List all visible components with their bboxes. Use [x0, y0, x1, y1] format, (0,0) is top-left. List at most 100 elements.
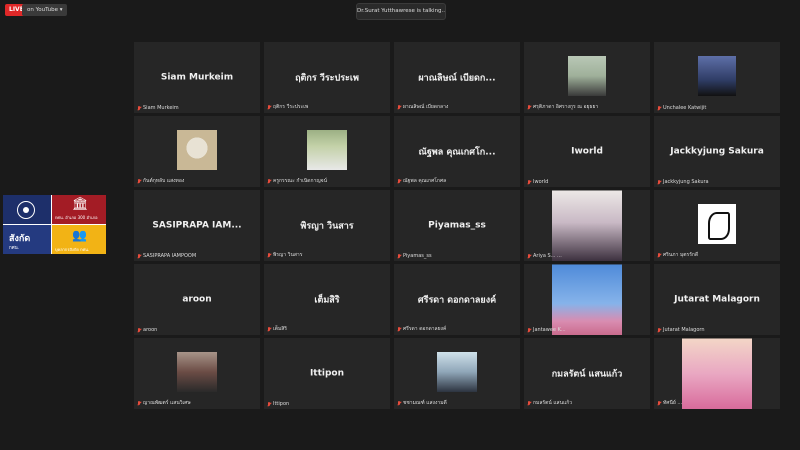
- participant-photo: [177, 351, 217, 392]
- participant-label: Unchalee Katwijit: [657, 105, 776, 111]
- participant-tile[interactable]: พิรญา วินสาร พิรญา วินสาร: [264, 190, 390, 261]
- mic-muted-icon: [137, 105, 141, 111]
- mic-muted-icon: [657, 400, 661, 406]
- mic-muted-icon: [527, 400, 531, 406]
- mic-muted-icon: [527, 253, 531, 259]
- participant-tile[interactable]: ศรินภา มุตรรักดี: [654, 190, 780, 261]
- participant-tile[interactable]: Siam Murkeim Siam Murkeim: [134, 42, 260, 113]
- participant-photo: [437, 351, 477, 392]
- bank-panel: 🏛 กศน. อำเภอ 300 อำเภอ: [52, 195, 106, 224]
- participant-photo: [552, 264, 622, 335]
- participant-tile[interactable]: Ittipon Ittipon: [264, 338, 390, 409]
- participant-tile[interactable]: ทัศนีย์ ...: [654, 338, 780, 409]
- participant-tile[interactable]: Jantawee K...: [524, 264, 650, 335]
- participant-name: Iworld: [571, 146, 603, 156]
- participant-photo: [698, 55, 736, 96]
- participant-name: เต็มสิริ: [314, 294, 340, 305]
- participant-name: ณัฐพล คุณเกศโก...: [418, 146, 496, 157]
- building-icon: 🏛: [72, 197, 89, 212]
- participant-label: Jutarat Malagorn: [657, 327, 776, 333]
- mic-muted-icon: [267, 104, 271, 110]
- mic-muted-icon: [397, 178, 401, 184]
- participant-label: aroon: [137, 327, 256, 333]
- mic-muted-icon: [397, 253, 401, 259]
- participant-tile[interactable]: Iworld Iworld: [524, 116, 650, 187]
- participant-label: พิรญา วินสาร: [267, 251, 386, 259]
- participant-label: ครูกรรณะ กำเนิดกาญจน์: [267, 177, 386, 185]
- participant-tile[interactable]: Unchalee Katwijit: [654, 42, 780, 113]
- participant-label: กมลรัตน์ แสนแก้ว: [527, 399, 646, 407]
- people-icon: 👥: [72, 228, 87, 242]
- mic-muted-icon: [527, 179, 531, 185]
- mic-muted-icon: [657, 327, 661, 333]
- participant-label: กันต์กุหลับ แสงทอง: [137, 177, 256, 185]
- participant-label: Iworld: [527, 179, 646, 185]
- shared-screen-thumbnail[interactable]: 🏛 กศน. อำเภอ 300 อำเภอ สังกัด กศน. 👥 บุค…: [3, 195, 106, 254]
- participant-label: Siam Murkeim: [137, 105, 256, 111]
- participant-label: Jantawee K...: [527, 327, 646, 333]
- mic-muted-icon: [267, 326, 271, 332]
- participant-photo: [552, 190, 622, 261]
- participant-tile[interactable]: ญาณพัฒตร์ แสนวิเศษ: [134, 338, 260, 409]
- participant-label: ศรุติภาดา อิศรางกูร ณ อยุธยา: [527, 103, 646, 111]
- participant-name: aroon: [182, 294, 212, 304]
- participant-photo: [698, 203, 736, 244]
- participant-name: Siam Murkeim: [160, 72, 234, 82]
- mic-muted-icon: [397, 400, 401, 406]
- seal-icon: [17, 201, 35, 219]
- participant-name: Jutarat Malagorn: [674, 294, 760, 304]
- participant-tile[interactable]: Ariya S... ...: [524, 190, 650, 261]
- participant-tile[interactable]: กันต์กุหลับ แสงทอง: [134, 116, 260, 187]
- mic-muted-icon: [267, 252, 271, 258]
- participant-tile[interactable]: เต็มสิริ เต็มสิริ: [264, 264, 390, 335]
- participant-photo: [177, 129, 217, 170]
- participant-label: Jackkyjung Sakura: [657, 179, 776, 185]
- participant-photo: [307, 129, 347, 170]
- participant-label: SASIPRAPA IAMPOOM: [137, 253, 256, 259]
- participant-label: Piyamas_ss: [397, 253, 516, 259]
- youtube-stream-dropdown[interactable]: on YouTube ▾: [22, 4, 68, 16]
- participant-name: Piyamas_ss: [428, 220, 486, 230]
- participant-label: ญาณพัฒตร์ แสนวิเศษ: [137, 399, 256, 407]
- participant-tile[interactable]: SASIPRAPA IAM... SASIPRAPA IAMPOOM: [134, 190, 260, 261]
- participant-name: ผาณลิษณ์ เบียดก...: [418, 72, 496, 83]
- mic-muted-icon: [137, 178, 141, 184]
- participant-tile[interactable]: ชชามณฑ์ แสงงามดี: [394, 338, 520, 409]
- participant-label: ณัฐพล คุณเกศโกศล: [397, 177, 516, 185]
- participant-grid: Siam Murkeim Siam Murkeim ฤติกร วีระประเ…: [134, 42, 780, 410]
- participant-tile[interactable]: aroon aroon: [134, 264, 260, 335]
- participant-tile[interactable]: Jackkyjung Sakura Jackkyjung Sakura: [654, 116, 780, 187]
- people-panel: 👥 บุคลากรสังกัด กศน.: [52, 225, 106, 254]
- seal-panel: [3, 195, 51, 224]
- participant-label: ทัศนีย์ ...: [657, 399, 776, 407]
- participant-name: ฤติกร วีระประเพ: [295, 72, 359, 83]
- participant-tile[interactable]: ณัฐพล คุณเกศโก... ณัฐพล คุณเกศโกศล: [394, 116, 520, 187]
- participant-tile[interactable]: Piyamas_ss Piyamas_ss: [394, 190, 520, 261]
- participant-photo: [568, 55, 606, 96]
- affiliation-heading: สังกัด: [9, 234, 31, 244]
- active-speaker-indicator: Dr.Surat Yutthawrese is talking...: [356, 3, 446, 20]
- participant-tile[interactable]: ครูกรรณะ กำเนิดกาญจน์: [264, 116, 390, 187]
- mic-muted-icon: [527, 327, 531, 333]
- mic-muted-icon: [657, 252, 661, 258]
- mic-muted-icon: [137, 327, 141, 333]
- mic-muted-icon: [137, 253, 141, 259]
- participant-label: ศรีรดา ดอกดาลยงค์: [397, 325, 516, 333]
- mic-muted-icon: [397, 104, 401, 110]
- participant-tile[interactable]: ฤติกร วีระประเพ ฤติกร วีระประเพ: [264, 42, 390, 113]
- participant-tile[interactable]: ผาณลิษณ์ เบียดก... ผาณลิษณ์ เบียดกลาง: [394, 42, 520, 113]
- affiliation-subtext: กศน.: [9, 246, 20, 251]
- participant-label: ชชามณฑ์ แสงงามดี: [397, 399, 516, 407]
- participant-tile[interactable]: ศรีรดา ดอกดาลยงค์ ศรีรดา ดอกดาลยงค์: [394, 264, 520, 335]
- participant-tile[interactable]: Jutarat Malagorn Jutarat Malagorn: [654, 264, 780, 335]
- participant-tile[interactable]: กมลรัตน์ แสนแก้ว กมลรัตน์ แสนแก้ว: [524, 338, 650, 409]
- participant-name: พิรญา วินสาร: [300, 220, 354, 231]
- participant-tile[interactable]: ศรุติภาดา อิศรางกูร ณ อยุธยา: [524, 42, 650, 113]
- participant-name: SASIPRAPA IAM...: [152, 220, 242, 230]
- participant-name: Jackkyjung Sakura: [670, 146, 764, 156]
- participant-label: เต็มสิริ: [267, 325, 386, 333]
- participant-name: Ittipon: [309, 368, 345, 378]
- participant-label: Ariya S... ...: [527, 253, 646, 259]
- mic-muted-icon: [657, 105, 661, 111]
- mic-muted-icon: [657, 179, 661, 185]
